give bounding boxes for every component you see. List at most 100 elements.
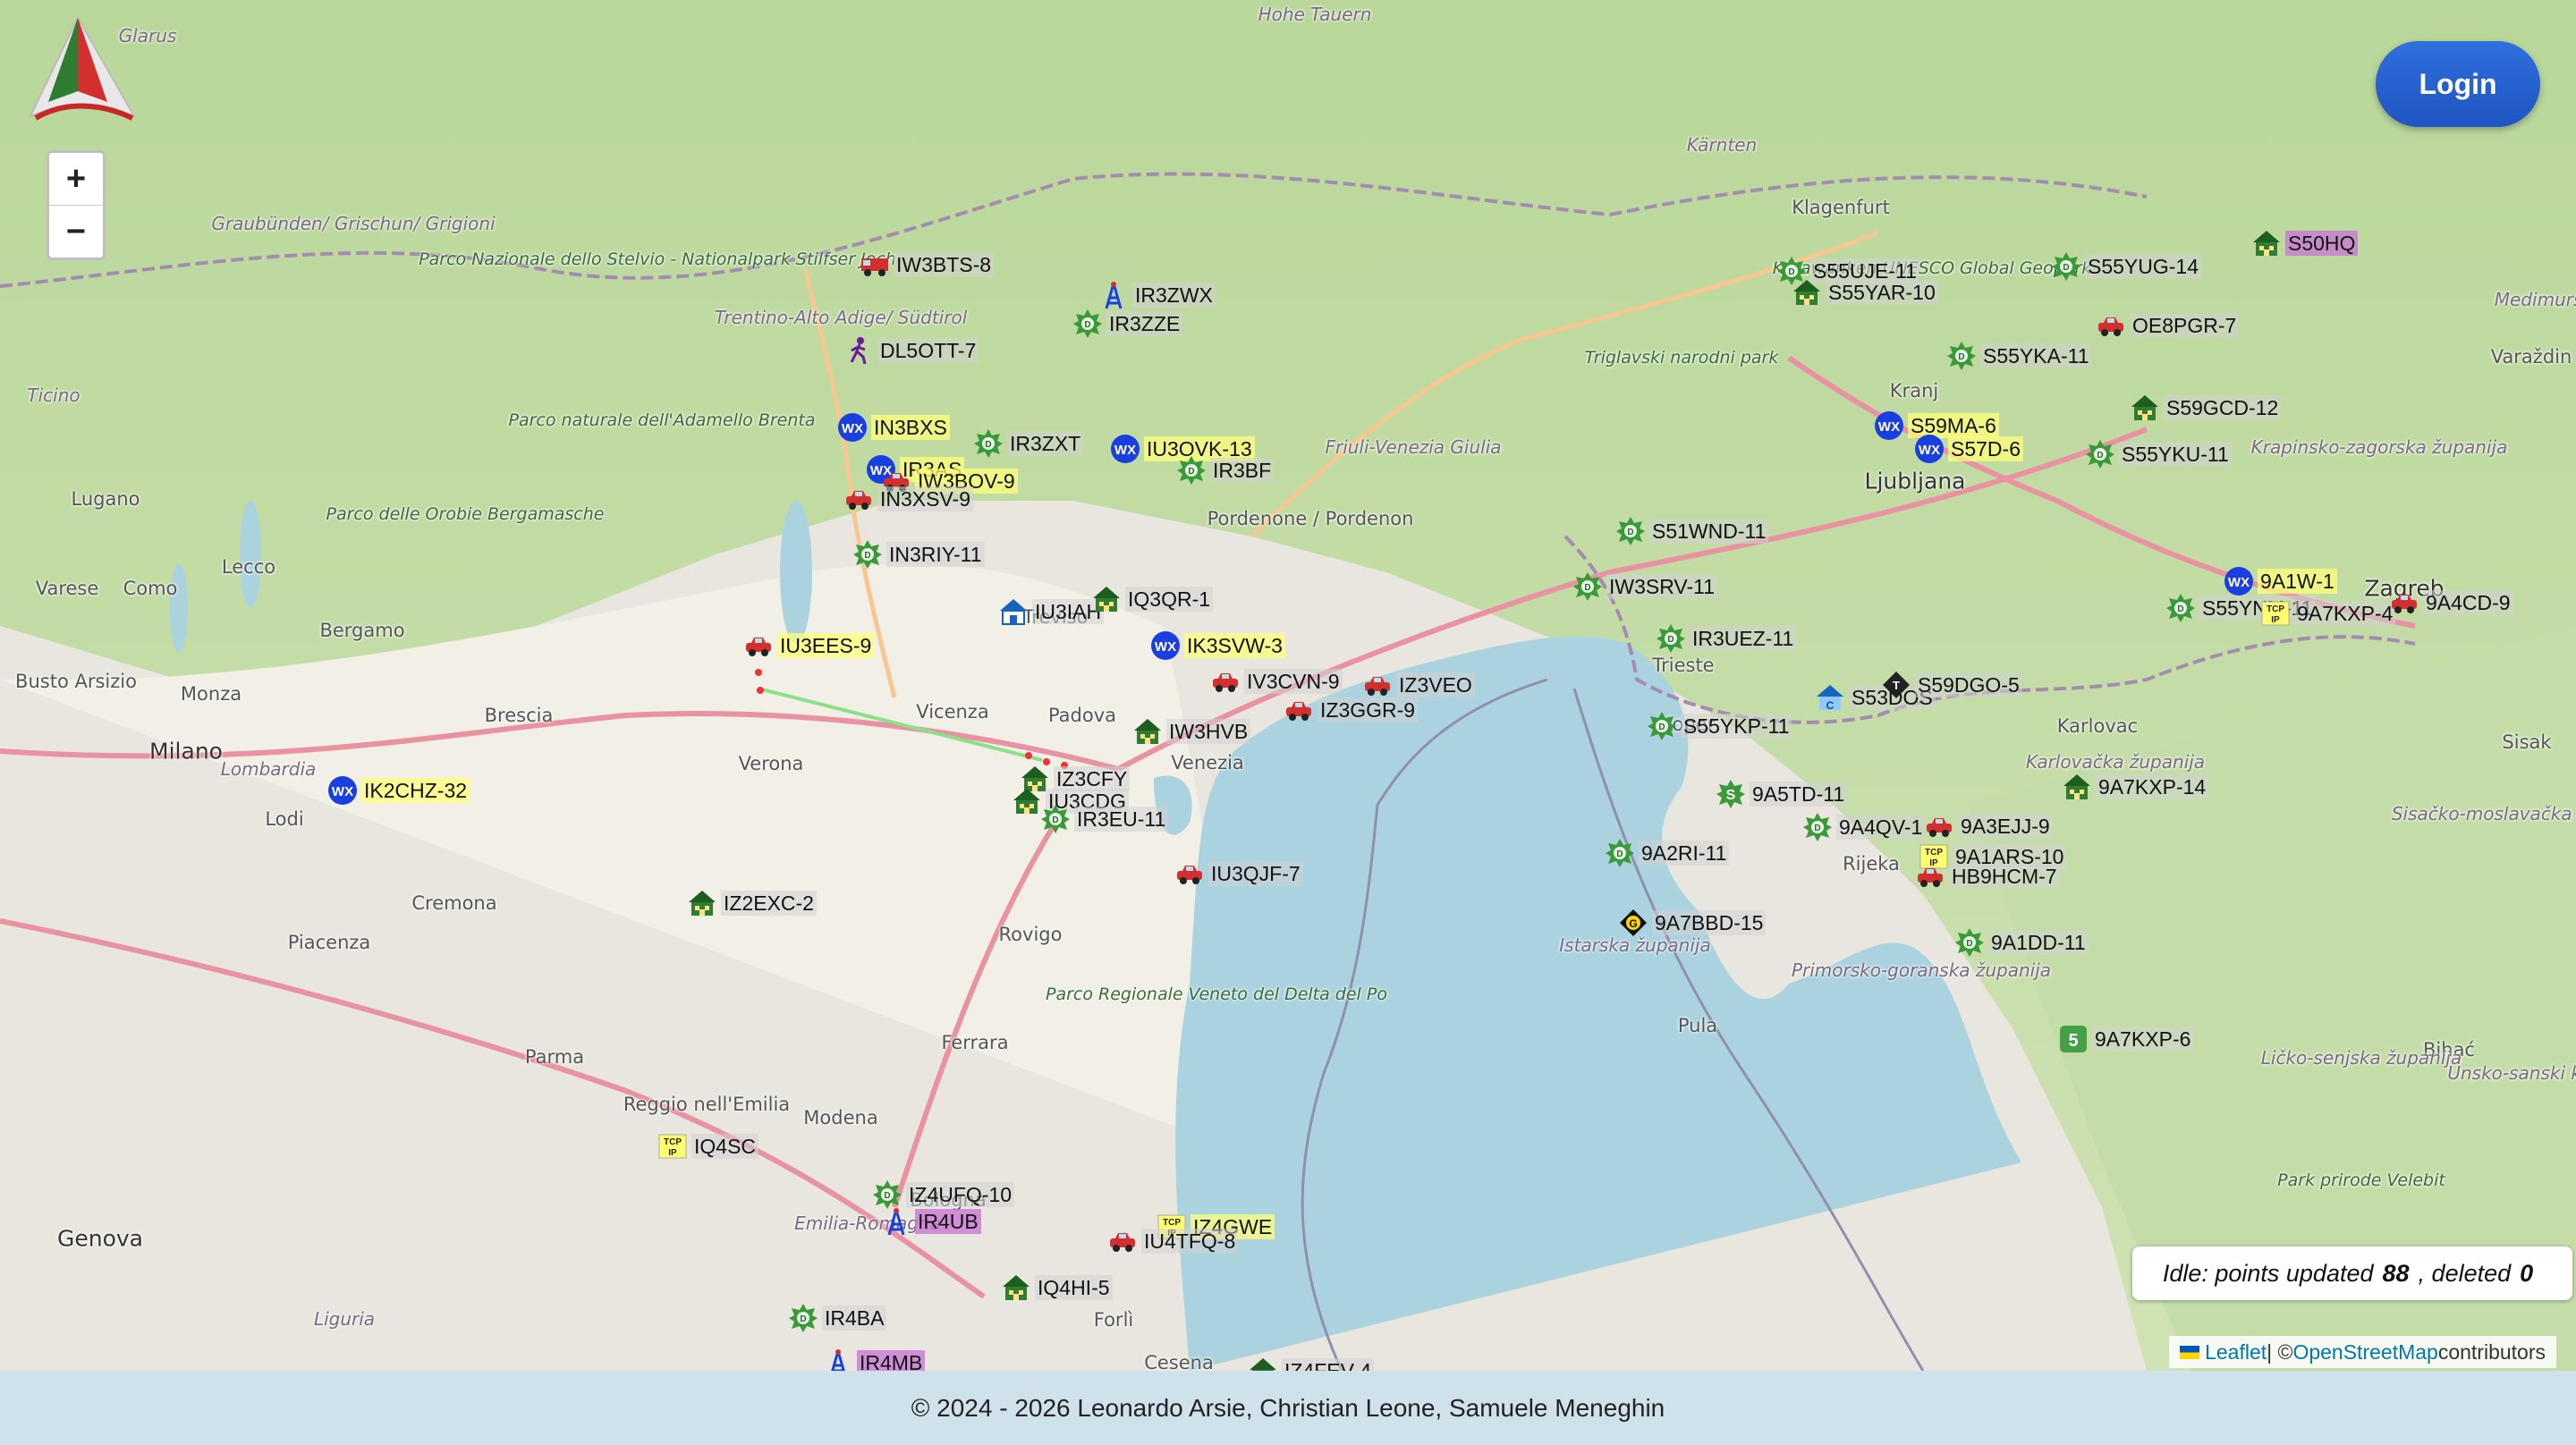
station-callsign: IR4MB bbox=[857, 1350, 926, 1371]
car-icon bbox=[1210, 666, 1241, 697]
station-marker[interactable]: D S55YUG-14 bbox=[2051, 251, 2202, 282]
station-marker[interactable]: OE8PGR-7 bbox=[2096, 310, 2240, 341]
station-marker[interactable]: WX IN3BXS bbox=[837, 412, 950, 443]
station-marker[interactable]: 5 9A7KXP-6 bbox=[2058, 1024, 2194, 1054]
svg-text:D: D bbox=[1584, 583, 1590, 593]
station-marker[interactable]: DL5OTT-7 bbox=[843, 335, 979, 366]
station-marker[interactable]: HB9HCM-7 bbox=[1915, 861, 2060, 892]
station-marker[interactable]: 9A7KXP-14 bbox=[2062, 772, 2209, 802]
station-marker[interactable]: IW3BTS-8 bbox=[860, 249, 995, 280]
station-marker[interactable]: D IN3RIY-11 bbox=[852, 539, 985, 570]
station-marker[interactable]: WX IK2CHZ-32 bbox=[327, 775, 470, 806]
home-icon bbox=[1792, 277, 1822, 308]
station-callsign: IN3XSV-9 bbox=[877, 486, 973, 511]
station-marker[interactable]: WX IK3SVW-3 bbox=[1150, 630, 1285, 661]
station-callsign: S55YKU-11 bbox=[2119, 442, 2232, 467]
station-marker[interactable]: D IR3BF bbox=[1176, 455, 1275, 486]
station-marker[interactable]: IZ4FEV-4 bbox=[1248, 1356, 1375, 1371]
station-callsign: IR3ZWX bbox=[1132, 283, 1216, 308]
station-marker[interactable]: TCP IP 9A7KXP-4 bbox=[2260, 598, 2396, 629]
station-callsign: IU3EES-9 bbox=[777, 633, 875, 658]
station-marker[interactable]: D S55YKU-11 bbox=[2085, 439, 2232, 469]
station-marker[interactable]: IU4TFQ-8 bbox=[1107, 1226, 1239, 1256]
map-view[interactable]: Glarus Hohe Tauern Graubünden/ Grischun/ G… bbox=[0, 0, 2576, 1371]
station-marker[interactable]: WX 9A1W-1 bbox=[2224, 566, 2337, 596]
station-marker[interactable]: IZ3GGR-9 bbox=[1284, 695, 1419, 725]
place-label: Lugano bbox=[71, 488, 140, 510]
station-marker[interactable]: S50HQ bbox=[2251, 228, 2359, 258]
place-label: Hohe Tauern bbox=[1258, 4, 1372, 25]
station-marker[interactable]: IW3HVB bbox=[1132, 716, 1251, 747]
svg-text:D: D bbox=[800, 1314, 806, 1324]
zoom-out-button[interactable]: − bbox=[49, 205, 103, 258]
station-marker[interactable]: D IR3UEZ-11 bbox=[1656, 623, 1797, 654]
place-label: Milano bbox=[149, 738, 223, 765]
station-marker[interactable]: IU3EES-9 bbox=[743, 630, 875, 661]
station-callsign: 9A7KXP-14 bbox=[2096, 774, 2209, 799]
place-label: Padova bbox=[1047, 705, 1117, 726]
station-marker[interactable]: IR4UB bbox=[881, 1206, 981, 1237]
station-marker[interactable]: IR4MB bbox=[823, 1348, 926, 1371]
station-marker[interactable]: S 9A5TD-11 bbox=[1716, 779, 1848, 809]
station-marker[interactable]: IQ3QR-1 bbox=[1091, 584, 1214, 614]
station-marker[interactable]: D S55YKA-11 bbox=[1946, 341, 2092, 371]
station-callsign: HB9HCM-7 bbox=[1949, 864, 2060, 889]
station-marker[interactable]: D 9A1DD-11 bbox=[1954, 927, 2089, 958]
station-marker[interactable]: WX S57D-6 bbox=[1914, 434, 2023, 464]
station-callsign: IR3UEZ-11 bbox=[1690, 626, 1797, 651]
place-label: Cesena bbox=[1144, 1352, 1214, 1371]
station-marker[interactable]: IU3QJF-7 bbox=[1174, 858, 1303, 889]
zoom-in-button[interactable]: + bbox=[49, 153, 103, 205]
station-marker[interactable]: D IR3EU-11 bbox=[1040, 804, 1169, 834]
station-marker[interactable]: T S59DGO-5 bbox=[1881, 670, 2022, 700]
home-icon bbox=[2062, 772, 2092, 802]
station-callsign: S55YKA-11 bbox=[1980, 343, 2092, 368]
station-callsign: 9A7KXP-4 bbox=[2294, 601, 2396, 626]
digi-icon: D bbox=[1605, 838, 1635, 868]
station-callsign: IR4UB bbox=[915, 1209, 981, 1234]
station-marker[interactable]: IN3XSV-9 bbox=[843, 484, 973, 514]
station-callsign: IZ4FEV-4 bbox=[1282, 1358, 1375, 1371]
station-marker[interactable]: IU3IAH bbox=[998, 596, 1105, 627]
station-callsign: IR3ZXT bbox=[1007, 431, 1084, 456]
svg-text:D: D bbox=[1667, 635, 1674, 645]
station-marker[interactable]: G 9A7BBD-15 bbox=[1618, 908, 1767, 938]
svg-text:D: D bbox=[1814, 824, 1820, 833]
login-button[interactable]: Login bbox=[2376, 41, 2540, 127]
station-marker[interactable]: D IW3SRV-11 bbox=[1572, 571, 1718, 602]
station-marker[interactable]: D 9A2RI-11 bbox=[1605, 838, 1730, 868]
station-marker[interactable]: D S55YKP-11 bbox=[1647, 711, 1792, 741]
station-marker[interactable]: IV3CVN-9 bbox=[1210, 666, 1343, 697]
leaflet-link[interactable]: Leaflet bbox=[2205, 1340, 2267, 1365]
station-marker[interactable]: IZ2EXC-2 bbox=[687, 888, 817, 918]
svg-text:D: D bbox=[1084, 320, 1090, 330]
attribution-separator: | © bbox=[2267, 1339, 2293, 1364]
home-icon bbox=[1001, 1272, 1031, 1303]
svg-text:D: D bbox=[1958, 352, 1964, 362]
station-marker[interactable]: D IR3ZXT bbox=[973, 428, 1084, 459]
digi-icon: D bbox=[872, 1179, 902, 1210]
station-marker[interactable]: 9A3EJJ-9 bbox=[1924, 811, 2053, 841]
station-marker[interactable]: 9A4CD-9 bbox=[2389, 587, 2513, 618]
station-marker[interactable]: D 9A4QV-1 bbox=[1802, 812, 1926, 842]
svg-text:D: D bbox=[985, 440, 991, 450]
station-callsign: 9A4CD-9 bbox=[2423, 590, 2513, 615]
tcpip-icon: TCPIP bbox=[657, 1131, 688, 1162]
car-icon bbox=[2096, 310, 2126, 341]
station-marker[interactable]: D IZ4UFQ-10 bbox=[872, 1179, 1015, 1210]
station-marker[interactable]: TCP IP IQ4SC bbox=[657, 1131, 759, 1162]
station-marker[interactable]: IQ4HI-5 bbox=[1001, 1272, 1113, 1303]
station-marker[interactable]: D S51WND-11 bbox=[1615, 516, 1769, 546]
digi-icon: D bbox=[1946, 341, 1977, 371]
wx-icon: WX bbox=[1150, 630, 1181, 661]
svg-text:WX: WX bbox=[1155, 639, 1176, 655]
wx-icon: WX bbox=[837, 412, 868, 443]
station-marker[interactable]: IR3ZWX bbox=[1098, 280, 1216, 310]
place-label: Cremona bbox=[411, 892, 497, 914]
station-marker[interactable]: S55YAR-10 bbox=[1792, 277, 1938, 308]
osm-link[interactable]: OpenStreetMap bbox=[2292, 1340, 2437, 1365]
wx-icon: WX bbox=[1874, 410, 1904, 441]
station-marker[interactable]: D IR3ZZE bbox=[1072, 308, 1183, 339]
station-marker[interactable]: S59GCD-12 bbox=[2130, 393, 2282, 423]
station-marker[interactable]: D IR4BA bbox=[788, 1303, 887, 1333]
